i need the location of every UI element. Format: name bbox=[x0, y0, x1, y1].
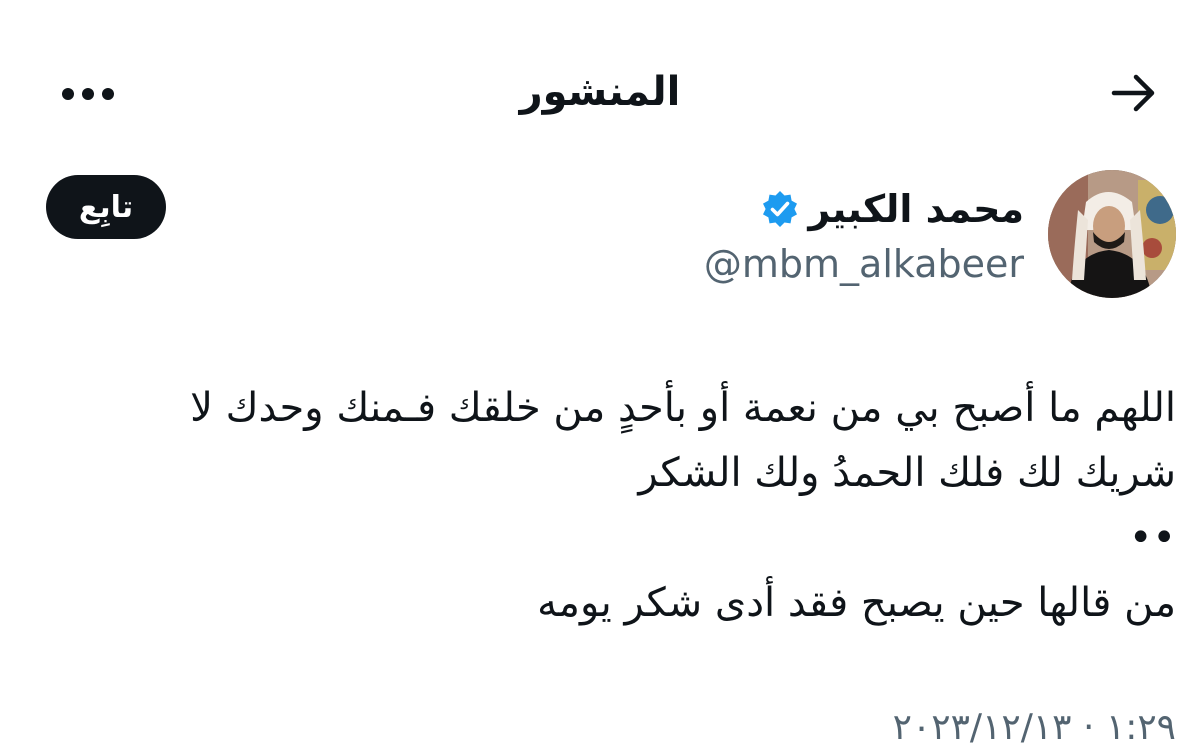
verified-badge-icon bbox=[760, 189, 800, 229]
author-name-row[interactable]: محمد الكبير bbox=[760, 182, 1024, 236]
more-horizontal-icon bbox=[62, 88, 114, 100]
avatar[interactable] bbox=[1048, 170, 1176, 298]
page-title: المنشور bbox=[519, 69, 681, 115]
post-line: •• bbox=[1128, 515, 1176, 561]
post-text: اللهم ما أصبح بي من نعمة أو بأحدٍ من خلق… bbox=[30, 376, 1176, 636]
top-bar: المنشور bbox=[0, 0, 1200, 184]
more-options-button[interactable] bbox=[56, 74, 120, 114]
arrow-right-icon bbox=[1111, 74, 1155, 112]
post-line: شريك لك فلك الحمدُ ولك الشكر bbox=[638, 450, 1176, 496]
post-timestamp[interactable]: ١:٢٩ · ٢٠٢٣/١٢/١٣ bbox=[893, 706, 1176, 750]
post-line: اللهم ما أصبح بي من نعمة أو بأحدٍ من خلق… bbox=[190, 385, 1176, 431]
author-name: محمد الكبير bbox=[808, 187, 1024, 231]
author-handle[interactable]: @mbm_alkabeer bbox=[704, 236, 1024, 292]
back-button[interactable] bbox=[1108, 70, 1160, 116]
follow-button[interactable]: تابِع bbox=[46, 175, 166, 239]
avatar-image bbox=[1048, 170, 1176, 298]
post-line: من قالها حين يصبح فقد أدى شكر يومه bbox=[537, 580, 1176, 626]
